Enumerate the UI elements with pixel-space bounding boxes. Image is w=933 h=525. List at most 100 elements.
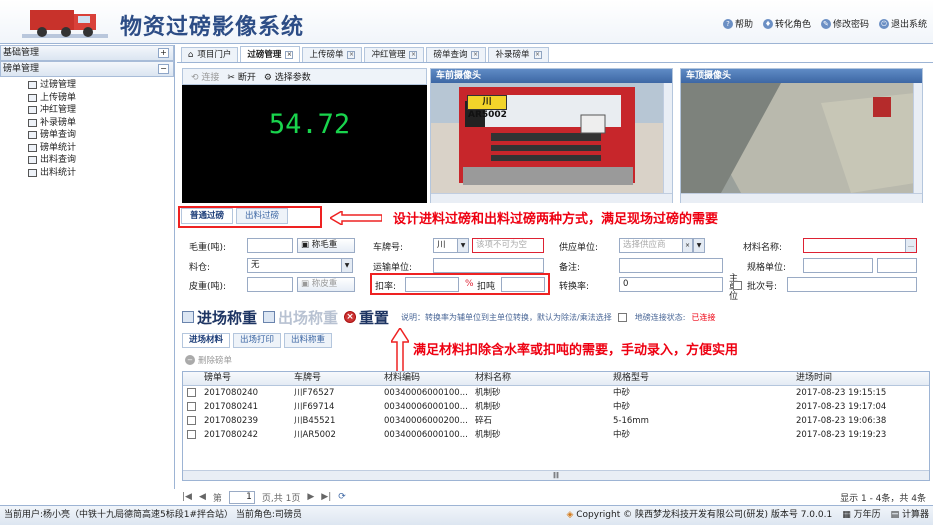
delete-ticket-button[interactable]: − 删除磅单 [185, 354, 232, 366]
table-row[interactable]: 2017080241 川F69714 00340006000100... 机制砂… [183, 400, 929, 414]
row-checkbox[interactable] [187, 416, 196, 425]
sidebar-item-upload[interactable]: 上传磅单 [28, 92, 174, 105]
horizontal-scrollbar[interactable] [681, 193, 922, 203]
first-page-icon[interactable]: |◀ [182, 492, 192, 502]
plate-prefix-select[interactable]: 川 ▼ [433, 238, 469, 253]
weigh-gross-button[interactable]: ▣ 称毛重 [297, 238, 355, 253]
row-checkbox[interactable] [187, 430, 196, 439]
sidebar-section-basic-label: 基础管理 [3, 48, 40, 58]
supplier-select[interactable]: 选择供应商 × ▼ [619, 238, 705, 253]
tab-label: 补录磅单 [495, 50, 530, 60]
sidebar-item-query[interactable]: 磅单查询 [28, 129, 174, 142]
header-cell[interactable]: 进场时间 [793, 372, 921, 385]
tab-weigh-manage[interactable]: 过磅管理 × [240, 46, 301, 62]
vertical-scrollbar[interactable] [663, 83, 672, 193]
close-icon[interactable]: × [285, 50, 294, 59]
header-cell[interactable]: 材料名称 [472, 372, 610, 385]
sidebar-item-supplement[interactable]: 补录磅单 [28, 117, 174, 130]
plate-input[interactable]: 该项不可为空 [472, 238, 544, 253]
row-checkbox[interactable] [187, 388, 196, 397]
calendar-button[interactable]: ▦ 万年历 [842, 506, 880, 525]
cancel-icon: × [344, 311, 357, 323]
expand-icon[interactable]: + [158, 48, 169, 58]
conversion-input[interactable]: 0 [619, 277, 723, 292]
app-title: 物资过磅影像系统 [120, 14, 305, 40]
more-icon[interactable]: … [905, 239, 916, 252]
sidebar-section-basic[interactable]: 基础管理 + [0, 45, 174, 61]
division-checkbox[interactable] [617, 312, 627, 322]
weight-readout: 54.72 [182, 85, 427, 203]
sidebar-item-stats[interactable]: 磅单统计 [28, 142, 174, 155]
tab-upload[interactable]: 上传磅单 × [302, 47, 363, 62]
page-icon [28, 156, 37, 165]
record-tabs: 进场材料 出场打印 出料称重 [182, 333, 333, 348]
close-icon[interactable]: × [471, 51, 480, 59]
table-row[interactable]: 2017080242 川AR5002 00340006000100... 机制砂… [183, 428, 929, 442]
tab-query[interactable]: 磅单查询 × [426, 47, 487, 62]
front-camera-view: 川AR5002 [431, 83, 672, 193]
select-params-button[interactable]: ⚙ 选择参数 [264, 70, 311, 83]
vertical-scrollbar[interactable] [913, 83, 922, 193]
last-page-icon[interactable]: ▶| [321, 492, 331, 502]
next-page-icon[interactable]: ▶ [307, 492, 314, 502]
header-cell[interactable]: 规格型号 [610, 372, 793, 385]
page-number-input[interactable]: 1 [228, 490, 255, 504]
tab-exit-print[interactable]: 出场打印 [233, 333, 282, 348]
header-cell[interactable]: 磅单号 [201, 372, 291, 385]
collapse-icon[interactable]: − [158, 64, 169, 74]
close-icon[interactable]: × [409, 51, 418, 59]
tab-out-weigh-list[interactable]: 出料称重 [284, 333, 333, 348]
sidebar-item-reverse[interactable]: 冲红管理 [28, 104, 174, 117]
prev-page-icon[interactable]: ◀ [199, 492, 206, 502]
connect-button[interactable]: ⟲ 连接 [191, 70, 219, 83]
enter-weigh-button[interactable]: 进场称重 [182, 307, 257, 328]
sidebar-item-out-stats[interactable]: 出料统计 [28, 167, 174, 180]
material-input[interactable]: … [803, 238, 917, 253]
sidebar-item-weigh-manage[interactable]: 过磅管理 [28, 79, 174, 92]
conversion-value: 0 [623, 279, 629, 289]
disconnect-button[interactable]: ✂ 断开 [227, 70, 255, 83]
table-row[interactable]: 2017080239 川B45521 00340006000200... 碎石 … [183, 414, 929, 428]
tab-reverse[interactable]: 冲红管理 × [364, 47, 425, 62]
close-icon[interactable]: × [533, 51, 542, 59]
tab-portal[interactable]: ⌂ 项目门户 [181, 47, 239, 62]
horizontal-scrollbar[interactable]: ‖‖ [183, 470, 929, 480]
calculator-button[interactable]: ▤ 计算器 [891, 506, 929, 525]
refresh-icon[interactable]: ⟳ [338, 492, 346, 502]
table-row[interactable]: 2017080240 川F76527 00340006000100... 机制砂… [183, 386, 929, 400]
reset-button[interactable]: × 重置 [344, 307, 389, 328]
table-cell: 川AR5002 [294, 430, 336, 440]
close-icon[interactable]: × [347, 51, 356, 59]
header-cell[interactable]: 车牌号 [291, 372, 381, 385]
exit-weigh-button[interactable]: 出场称重 [263, 307, 338, 328]
clear-icon[interactable]: × [682, 239, 693, 252]
batch-input[interactable] [787, 277, 917, 292]
spec-unit-input-2[interactable] [877, 258, 917, 273]
table-cell: 00340006000100... [384, 430, 468, 440]
weigh-tare-button[interactable]: ▣ 称皮重 [297, 277, 355, 292]
plate-label: 车牌号: [373, 243, 404, 253]
tare-input[interactable] [247, 277, 293, 292]
help-link[interactable]: ? 帮助 [722, 17, 753, 30]
tab-incoming-material[interactable]: 进场材料 [182, 333, 231, 348]
spec-unit-input[interactable] [803, 258, 873, 273]
bin-select[interactable]: 无 ▼ [247, 258, 353, 273]
logout-link[interactable]: ⏻ 退出系统 [878, 17, 927, 30]
header-cell[interactable]: 材料编码 [381, 372, 472, 385]
row-checkbox[interactable] [187, 402, 196, 411]
tab-supplement[interactable]: 补录磅单 × [488, 47, 549, 62]
remark-input[interactable] [619, 258, 723, 273]
sidebar-item-out-query[interactable]: 出料查询 [28, 154, 174, 167]
switch-role-link[interactable]: ♦ 转化角色 [762, 17, 811, 30]
transport-input[interactable] [433, 258, 544, 273]
sidebar: 基础管理 + 磅单管理 − 过磅管理 上传磅单 冲红管理 补录磅单 磅单查询 磅… [0, 45, 175, 489]
sidebar-section-weigh[interactable]: 磅单管理 − [0, 61, 174, 77]
horizontal-scrollbar[interactable] [431, 193, 672, 203]
change-password-link[interactable]: ✎ 修改密码 [820, 17, 869, 30]
save-icon [182, 311, 194, 323]
table-cell: 川F76527 [294, 388, 335, 398]
main-unit-checkbox[interactable] [733, 281, 742, 290]
gross-input[interactable] [247, 238, 293, 253]
tickets-table: 磅单号 车牌号 材料编码 材料名称 规格型号 进场时间 2017080240 川… [182, 371, 930, 481]
action-row: 进场称重 出场称重 × 重置 说明：转换率为辅单位到主单位转换，默认为除法/乘法选… [182, 306, 927, 328]
